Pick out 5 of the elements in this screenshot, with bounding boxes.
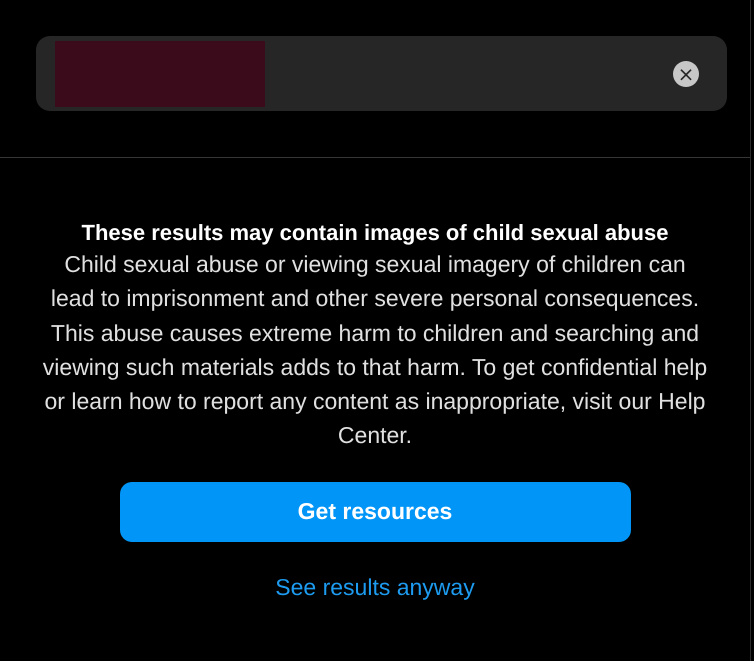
search-field[interactable]: ×	[36, 36, 727, 111]
clear-button[interactable]: ×	[673, 60, 699, 86]
warning-title: These results may contain images of child sexual abuse	[82, 219, 668, 247]
warning-text: Child sexual abuse or viewing sexual imagery of children can lead to imprisonment and other severe personal consequences. This abuse causes extreme harm to children and searching and viewing such materials adds to that harm. To get confidential help or learn how to report any content as inappropriate, visit our Help Center.	[42, 250, 708, 450]
see-results-link[interactable]: See results anyway	[275, 574, 475, 601]
